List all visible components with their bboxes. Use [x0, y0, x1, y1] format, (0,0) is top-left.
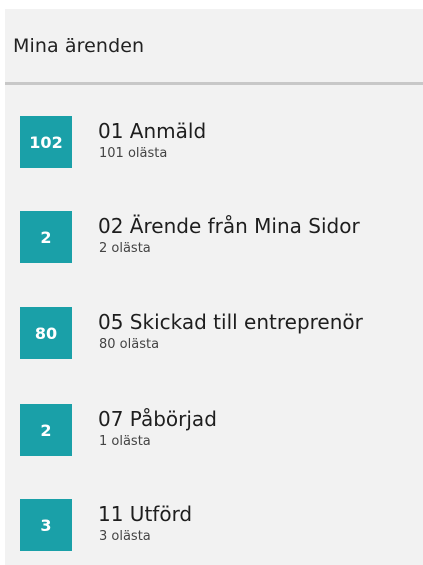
item-unread-count: 101 olästa	[99, 146, 168, 161]
page-title: Mina ärenden	[13, 34, 145, 57]
item-title: 05 Skickad till entreprenör	[98, 310, 363, 334]
count-badge: 80	[20, 307, 72, 359]
count-badge: 3	[20, 499, 72, 551]
item-unread-count: 3 olästa	[99, 529, 151, 544]
item-unread-count: 80 olästa	[99, 337, 160, 352]
count-badge: 102	[20, 116, 72, 168]
panel-header: Mina ärenden	[5, 9, 423, 85]
list-item-skickad-till-entreprenor[interactable]: 80 05 Skickad till entreprenör 80 olästa	[5, 307, 423, 367]
list-item-anmald[interactable]: 102 01 Anmäld 101 olästa	[5, 116, 423, 176]
cases-panel: Mina ärenden 102 01 Anmäld 101 olästa 2 …	[5, 9, 423, 565]
count-badge: 2	[20, 211, 72, 263]
count-badge: 2	[20, 404, 72, 456]
list-item-paborjad[interactable]: 2 07 Påbörjad 1 olästa	[5, 404, 423, 464]
item-unread-count: 2 olästa	[99, 241, 151, 256]
item-title: 07 Påbörjad	[98, 407, 217, 431]
item-title: 11 Utförd	[98, 502, 193, 526]
list-item-arende-fran-mina-sidor[interactable]: 2 02 Ärende från Mina Sidor 2 olästa	[5, 211, 423, 271]
list-item-utford[interactable]: 3 11 Utförd 3 olästa	[5, 499, 423, 559]
item-title: 02 Ärende från Mina Sidor	[98, 214, 360, 238]
item-title: 01 Anmäld	[98, 119, 207, 143]
item-unread-count: 1 olästa	[99, 434, 151, 449]
